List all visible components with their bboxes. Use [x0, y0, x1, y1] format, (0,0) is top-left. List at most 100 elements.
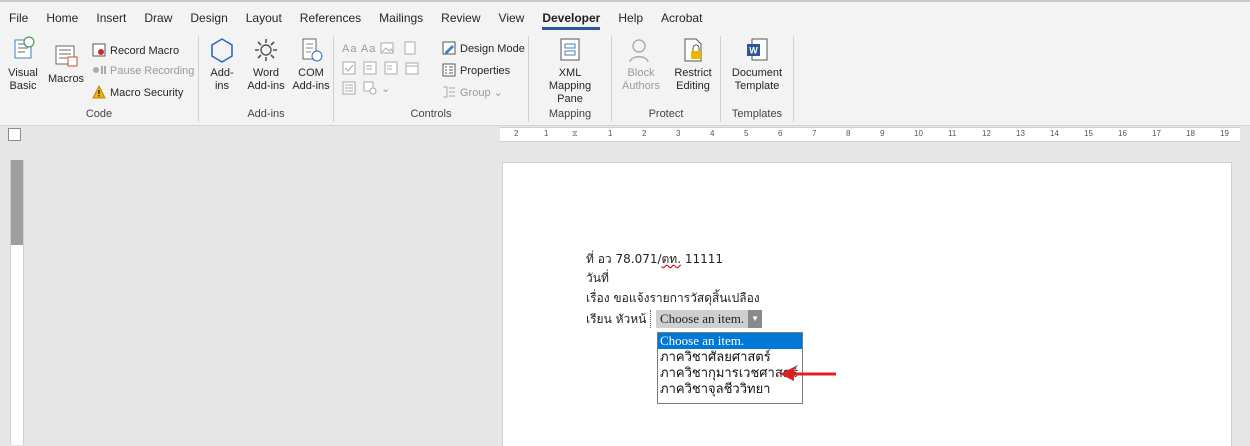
restrict-editing-label: Restrict Editing — [674, 67, 712, 92]
hexagon-icon — [208, 36, 236, 64]
ruler-mark: 1 — [544, 129, 549, 138]
dropdown-option[interactable]: Choose an item. — [658, 333, 802, 349]
pause-icon — [92, 63, 106, 77]
properties-button[interactable]: Properties — [442, 62, 510, 80]
checkbox-control-icon[interactable] — [342, 61, 356, 75]
block-authors-icon — [627, 36, 655, 64]
ruler-mark: 14 — [1050, 129, 1059, 138]
ribbon: File Home Insert Draw Design Layout Refe… — [0, 0, 1250, 126]
xml-mapping-pane-button[interactable]: XML Mapping Pane — [533, 36, 607, 106]
dropdown-arrow-icon[interactable]: ▼ — [748, 310, 763, 328]
record-macro-button[interactable]: Record Macro — [92, 42, 179, 60]
text-controls-row[interactable]: Aa Aa — [342, 40, 421, 58]
tab-home[interactable]: Home — [37, 6, 87, 30]
group-templates-label: Templates — [731, 108, 783, 120]
red-arrow-annotation-icon — [780, 367, 836, 381]
tab-design[interactable]: Design — [181, 6, 236, 30]
macros-icon — [52, 42, 80, 70]
date-picker-icon[interactable] — [405, 61, 419, 75]
indent-marker-icon[interactable]: ⧖ — [572, 129, 578, 139]
tab-view[interactable]: View — [490, 6, 534, 30]
com-addins-icon — [297, 36, 325, 64]
doc-line-subject[interactable]: เรื่อง ขอแจ้งรายการวัสดุสิ้นเปลือง — [586, 289, 760, 308]
vertical-ruler[interactable] — [10, 160, 24, 445]
macros-button[interactable]: Macros — [48, 42, 84, 86]
dropdown-list-icon[interactable] — [384, 61, 398, 75]
combo-box-icon[interactable] — [363, 61, 377, 75]
visual-basic-button[interactable]: Visual Basic — [6, 36, 40, 93]
tab-draw[interactable]: Draw — [135, 6, 181, 30]
pause-recording-label: Pause Recording — [110, 65, 195, 77]
group-button[interactable]: Group ⌄ — [442, 84, 503, 102]
ruler-mark: 5 — [744, 129, 749, 138]
rich-text-control[interactable]: Aa — [342, 43, 357, 55]
reference-prefix: ที่ อว 78.071/ — [586, 252, 662, 266]
dropdown-option[interactable]: ภาควิชาศัลยศาสตร์ — [658, 349, 802, 365]
group-icon — [442, 85, 456, 99]
tab-acrobat[interactable]: Acrobat — [652, 6, 711, 30]
addins-label: Add-ins — [210, 67, 234, 92]
com-addins-button[interactable]: COM Add-ins — [291, 36, 331, 93]
plain-text-control[interactable]: Aa — [361, 43, 376, 55]
group-code: Visual Basic Macros Record Macro Pause R… — [0, 36, 199, 122]
doc-line-date[interactable]: วันที่ — [586, 269, 609, 288]
building-block-icon[interactable] — [403, 41, 417, 55]
ruler-mark: 12 — [982, 129, 991, 138]
legacy-tools-icon[interactable] — [363, 81, 377, 95]
record-macro-icon — [92, 43, 106, 57]
properties-icon — [442, 63, 456, 77]
legacy-controls-row[interactable]: ⌄ — [342, 80, 390, 98]
reference-suffix: 11111 — [681, 252, 724, 266]
ruler-mark: 2 — [514, 129, 519, 138]
doc-line-reference-number[interactable]: ที่ อว 78.071/ตท. 11111 — [586, 250, 723, 269]
ruler-mark: 7 — [812, 129, 817, 138]
tab-file[interactable]: File — [0, 6, 37, 30]
picture-control-icon[interactable] — [380, 41, 394, 55]
group-templates: W Document Template Templates — [721, 36, 794, 122]
dropdown-content-control[interactable]: Choose an item. ▼ — [656, 310, 763, 328]
vertical-ruler-margin — [11, 160, 23, 245]
ruler-mark: 3 — [676, 129, 681, 138]
svg-text:W: W — [749, 46, 758, 56]
group-addins-label: Add-ins — [247, 108, 285, 120]
restrict-editing-button[interactable]: Restrict Editing — [668, 36, 718, 93]
addins-button[interactable]: Add-ins — [205, 36, 239, 93]
xml-mapping-icon — [556, 36, 584, 64]
document-template-button[interactable]: W Document Template — [725, 36, 789, 93]
tab-help[interactable]: Help — [609, 6, 652, 30]
group-mapping: XML Mapping Pane Mapping — [529, 36, 612, 122]
design-mode-button[interactable]: Design Mode — [442, 40, 525, 58]
word-addins-label: Word Add-ins — [247, 67, 285, 92]
pause-recording-button[interactable]: Pause Recording — [92, 62, 194, 80]
word-addins-button[interactable]: Word Add-ins — [243, 36, 289, 93]
repeating-section-icon[interactable] — [342, 81, 356, 95]
macro-security-button[interactable]: Macro Security — [92, 84, 183, 102]
block-authors-button[interactable]: Block Authors — [616, 36, 666, 93]
block-authors-label: Block Authors — [622, 67, 660, 92]
tab-selector[interactable] — [8, 128, 21, 141]
group-chevron-icon: ⌄ — [493, 87, 503, 99]
ruler-mark: 16 — [1118, 129, 1127, 138]
horizontal-ruler[interactable]: 2 1 ⧖ 1 2 3 4 5 6 7 8 9 10 11 12 13 14 1… — [500, 127, 1240, 142]
tab-references[interactable]: References — [291, 6, 370, 30]
spelling-error-text[interactable]: ตท. — [662, 252, 682, 266]
tab-layout[interactable]: Layout — [237, 6, 291, 30]
dropdown-option[interactable]: ภาควิชาจุลชีววิทยา — [658, 381, 802, 397]
ruler-mark: 18 — [1186, 129, 1195, 138]
tab-review[interactable]: Review — [432, 6, 489, 30]
content-control-text[interactable]: Choose an item. — [656, 310, 749, 328]
record-macro-label: Record Macro — [110, 45, 180, 57]
visual-basic-icon — [9, 36, 37, 64]
gear-icon — [252, 36, 280, 64]
tab-mailings[interactable]: Mailings — [370, 6, 432, 30]
tab-insert[interactable]: Insert — [87, 6, 135, 30]
ruler-mark: 9 — [880, 129, 885, 138]
macros-label: Macros — [48, 73, 85, 85]
xml-mapping-pane-label: XML Mapping Pane — [548, 67, 592, 105]
checkbox-controls-row[interactable] — [342, 60, 423, 78]
group-protect: Block Authors Restrict Editing Protect — [612, 36, 721, 122]
macro-security-label: Macro Security — [110, 87, 184, 99]
tab-developer[interactable]: Developer — [533, 6, 609, 30]
doc-line-recipient[interactable]: เรียน หัวหน้ — [586, 310, 646, 329]
word-template-icon: W — [743, 36, 771, 64]
